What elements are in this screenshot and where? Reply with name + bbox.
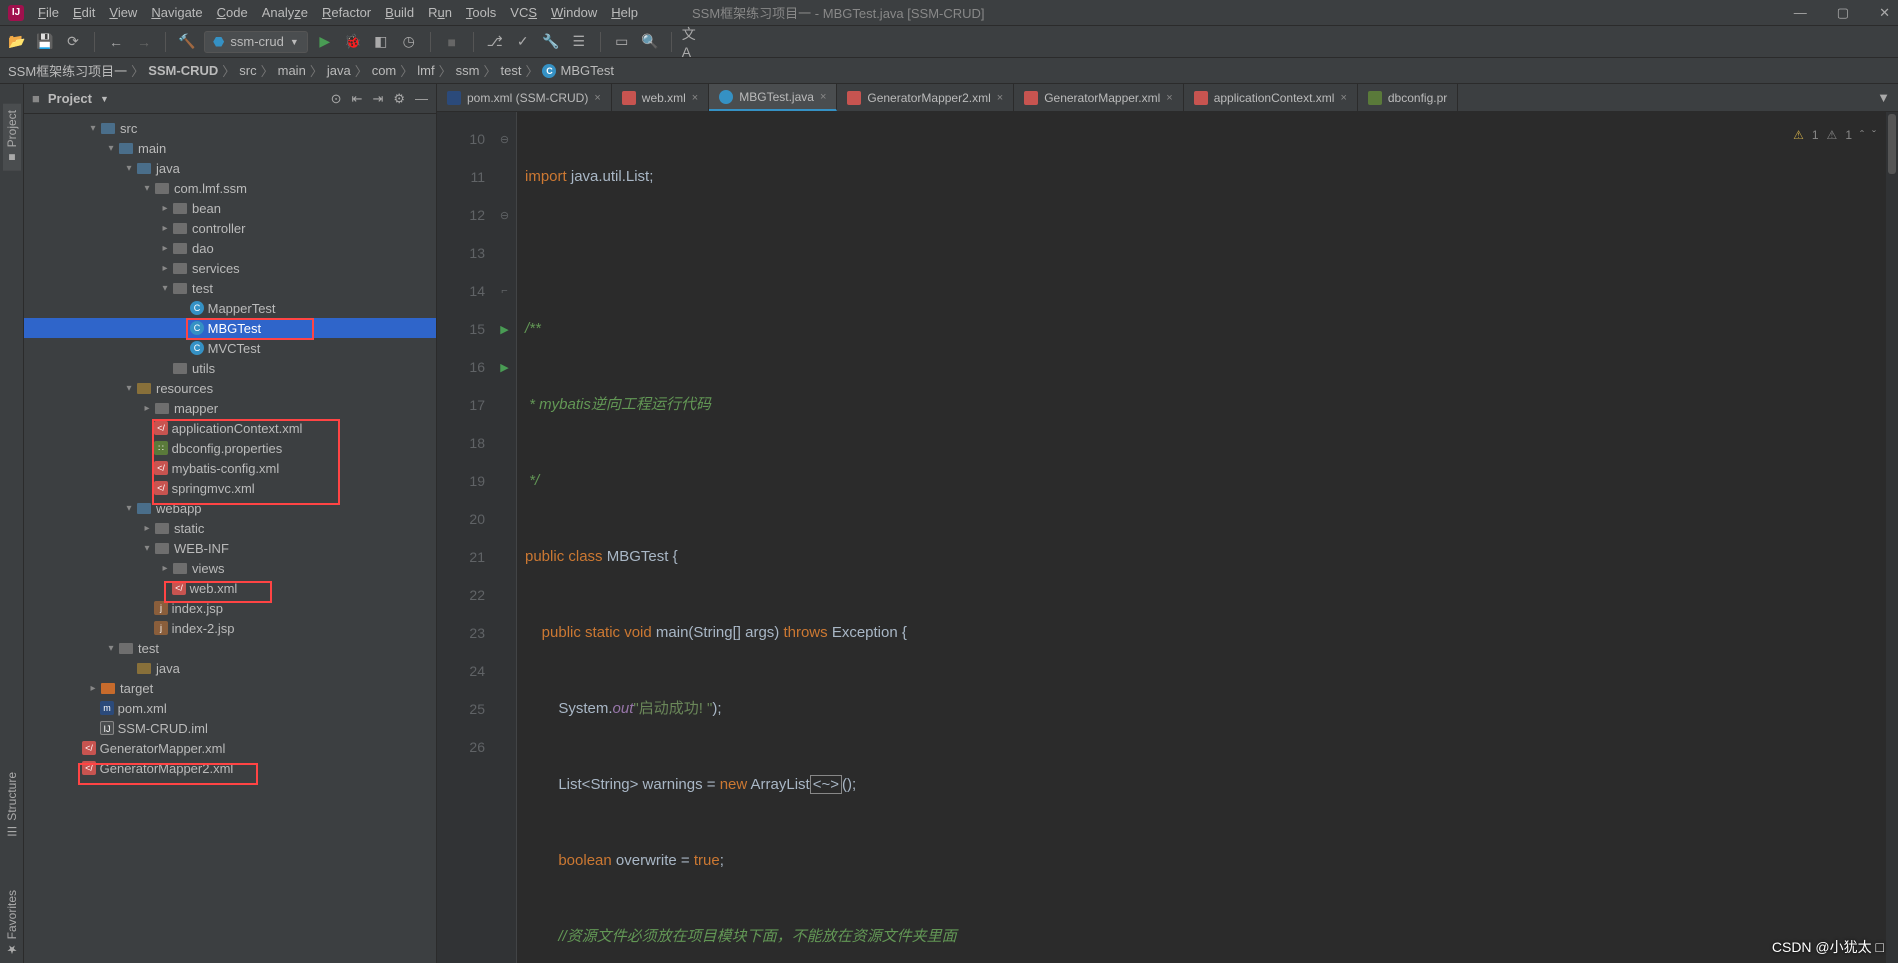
editor-inspection-status[interactable]: ⚠1 ⚠1 ˆˇ <box>1793 116 1876 154</box>
fold-gutter[interactable]: ⊖⊖⌐ ▶▶ <box>493 112 517 963</box>
refresh-icon[interactable]: ⟳ <box>62 31 84 53</box>
run-config-selector[interactable]: ⬣ ssm-crud ▼ <box>204 31 308 53</box>
gear-icon[interactable]: ⚙ <box>393 91 405 107</box>
tab-dbconfig[interactable]: dbconfig.pr <box>1358 84 1458 111</box>
run-config-label: ssm-crud <box>230 34 283 49</box>
tab-genmap[interactable]: GeneratorMapper.xml× <box>1014 84 1184 111</box>
editor-area: pom.xml (SSM-CRUD)× web.xml× MBGTest.jav… <box>437 84 1898 963</box>
structure-tool-tab[interactable]: ☰ Structure <box>3 766 21 844</box>
project-tool-tab[interactable]: ■ Project <box>3 104 21 171</box>
menu-code[interactable]: Code <box>217 5 248 20</box>
editor-scrollbar[interactable] <box>1886 112 1898 963</box>
menu-help[interactable]: Help <box>611 5 638 20</box>
project-panel-header: ■ Project ▼ ⊙ ⇤ ⇥ ⚙ ― <box>24 84 436 114</box>
maximize-button[interactable]: ▢ <box>1837 5 1849 21</box>
minimize-button[interactable]: ― <box>1794 5 1807 21</box>
tree-selected-mbgtest: C MBGTest <box>24 318 436 338</box>
breadcrumb: SSM框架练习项目一〉 SSM-CRUD〉 src〉 main〉 java〉 c… <box>0 58 1898 84</box>
profile-icon[interactable]: ◷ <box>398 31 420 53</box>
hide-icon[interactable]: ― <box>415 91 428 107</box>
code-area[interactable]: import java.util.List; /** * mybatis逆向工程… <box>517 112 1886 963</box>
favorites-tool-tab[interactable]: ★ Favorites <box>3 884 21 963</box>
collapse-icon[interactable]: ⇤ <box>352 91 363 107</box>
vcs-icon[interactable]: ⎇ <box>484 31 506 53</box>
tabs-more-icon[interactable]: ▼ <box>1869 84 1898 111</box>
crumb-4[interactable]: java <box>327 63 351 78</box>
tab-web[interactable]: web.xml× <box>612 84 709 111</box>
search-icon[interactable]: 🔍 <box>639 31 661 53</box>
menu-analyze[interactable]: Analyze <box>262 5 308 20</box>
stop-icon[interactable]: ■ <box>441 31 463 53</box>
left-tool-tabs: ■ Project ☰ Structure ★ Favorites <box>0 84 24 963</box>
editor-tabs: pom.xml (SSM-CRUD)× web.xml× MBGTest.jav… <box>437 84 1898 112</box>
struct-icon[interactable]: ☰ <box>568 31 590 53</box>
tab-pom[interactable]: pom.xml (SSM-CRUD)× <box>437 84 612 111</box>
wrench-icon[interactable]: 🔧 <box>540 31 562 53</box>
project-panel-title: Project <box>48 91 92 106</box>
menu-tools[interactable]: Tools <box>466 5 496 20</box>
project-panel: ■ Project ▼ ⊙ ⇤ ⇥ ⚙ ― ▾src ▾main ▾java ▾… <box>24 84 437 963</box>
crumb-1[interactable]: SSM-CRUD <box>148 63 218 78</box>
window-title: SSM框架练习项目一 - MBGTest.java [SSM-CRUD] <box>692 3 985 22</box>
coverage-icon[interactable]: ◧ <box>370 31 392 53</box>
run-icon[interactable]: ▶ <box>314 31 336 53</box>
menubar: IJ File Edit View Navigate Code Analyze … <box>0 0 1898 26</box>
save-icon[interactable]: 💾 <box>34 31 56 53</box>
project-tree[interactable]: ▾src ▾main ▾java ▾com.lmf.ssm ▸bean ▸con… <box>24 114 436 963</box>
crumb-8[interactable]: test <box>501 63 522 78</box>
menu-file[interactable]: File <box>38 5 59 20</box>
crumb-0[interactable]: SSM框架练习项目一 <box>8 61 127 80</box>
tab-genmap2[interactable]: GeneratorMapper2.xml× <box>837 84 1014 111</box>
build-icon[interactable]: 🔨 <box>176 31 198 53</box>
locate-icon[interactable]: ⊙ <box>331 91 342 107</box>
menu-run[interactable]: Run <box>428 5 452 20</box>
crumb-9[interactable]: MBGTest <box>560 63 613 78</box>
open-icon[interactable]: 📂 <box>6 31 28 53</box>
menu-build[interactable]: Build <box>385 5 414 20</box>
menu-window[interactable]: Window <box>551 5 597 20</box>
menu-view[interactable]: View <box>109 5 137 20</box>
crumb-6[interactable]: lmf <box>417 63 434 78</box>
back-icon[interactable]: ← <box>105 31 127 53</box>
class-icon: C <box>542 64 556 78</box>
watermark: CSDN @小犹太 □ <box>1772 937 1884 957</box>
menu-edit[interactable]: Edit <box>73 5 95 20</box>
crumb-2[interactable]: src <box>239 63 256 78</box>
tab-mbgtest[interactable]: MBGTest.java× <box>709 84 837 111</box>
tab-appctx[interactable]: applicationContext.xml× <box>1184 84 1358 111</box>
menu-navigate[interactable]: Navigate <box>151 5 202 20</box>
close-button[interactable]: ✕ <box>1879 5 1890 21</box>
expand-icon[interactable]: ⇥ <box>372 91 383 107</box>
toolbar: 📂 💾 ⟳ ← → 🔨 ⬣ ssm-crud ▼ ▶ 🐞 ◧ ◷ ■ ⎇ ✓ 🔧… <box>0 26 1898 58</box>
tab-icon[interactable]: ▭ <box>611 31 633 53</box>
ide-window: IJ File Edit View Navigate Code Analyze … <box>0 0 1898 963</box>
menu-refactor[interactable]: Refactor <box>322 5 371 20</box>
translate-icon[interactable]: 文A <box>682 31 704 53</box>
menu-vcs[interactable]: VCS <box>510 5 537 20</box>
app-logo-icon: IJ <box>8 5 24 21</box>
debug-icon[interactable]: 🐞 <box>342 31 364 53</box>
crumb-3[interactable]: main <box>278 63 306 78</box>
commit-icon[interactable]: ✓ <box>512 31 534 53</box>
line-gutter: 101112 131415 161718 192021 222324 2526 <box>437 112 493 963</box>
crumb-5[interactable]: com <box>372 63 397 78</box>
crumb-7[interactable]: ssm <box>456 63 480 78</box>
forward-icon[interactable]: → <box>133 31 155 53</box>
